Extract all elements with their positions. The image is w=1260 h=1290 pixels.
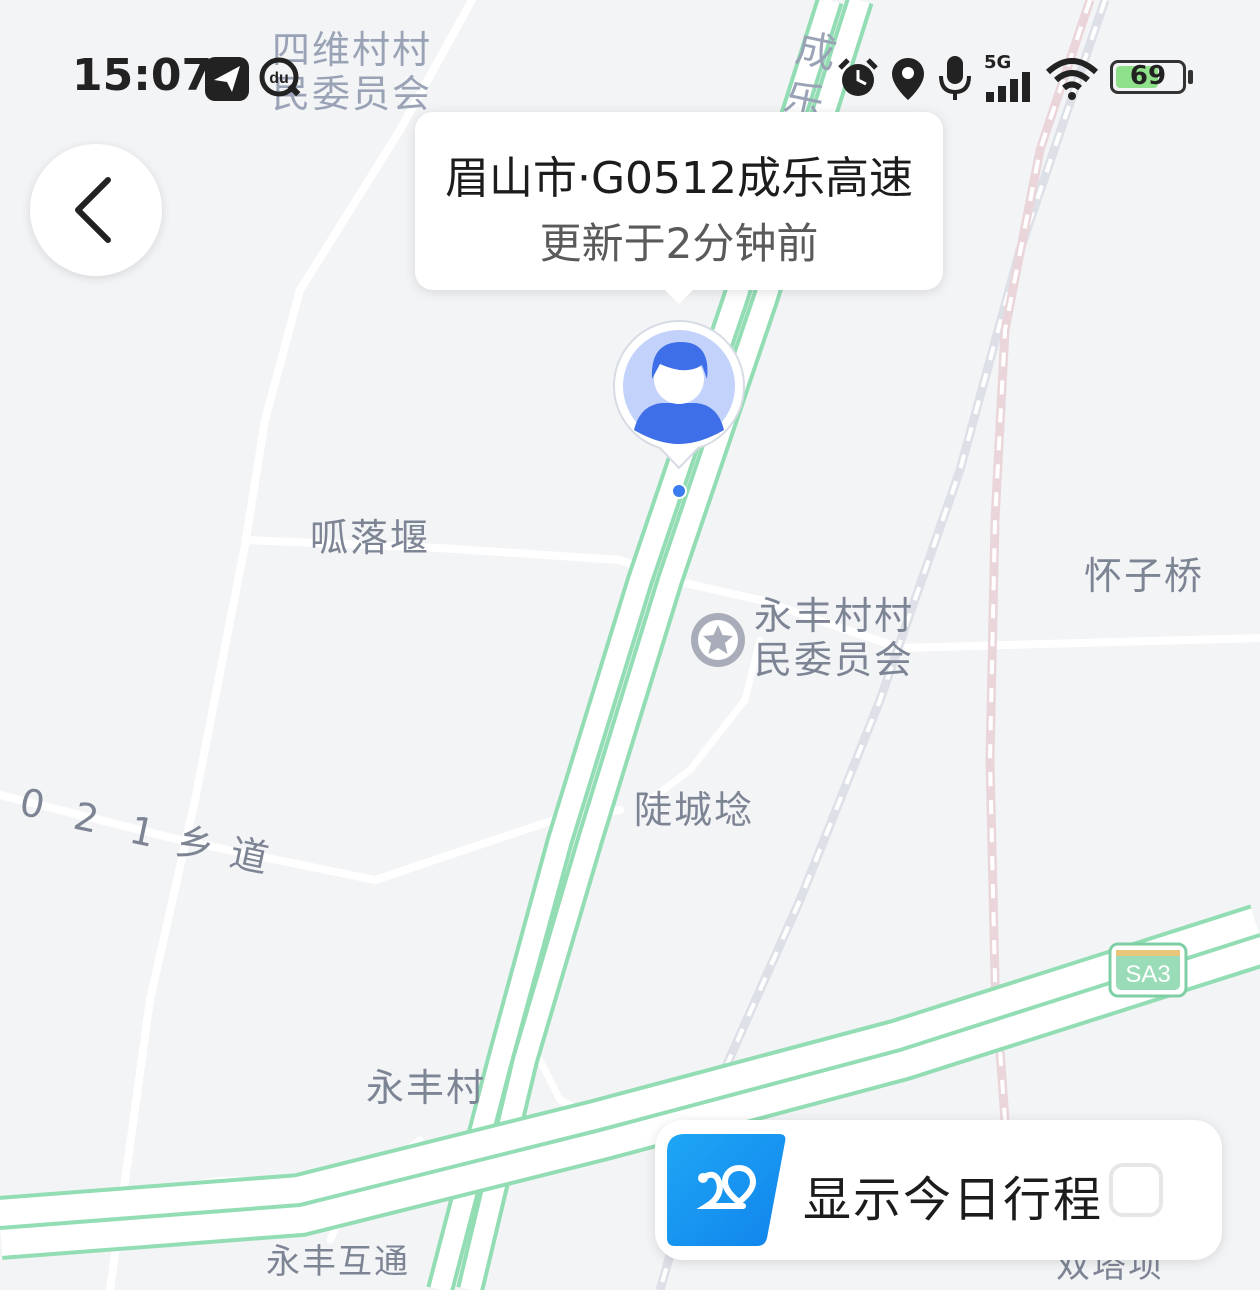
- current-position-dot: [671, 483, 687, 499]
- map-label-luchengshan: 陡城埝: [634, 788, 755, 832]
- map-label-yongfengcun: 永丰村: [366, 1066, 487, 1110]
- map-label-chengle-1: 成: [791, 25, 843, 79]
- map-label-yongfeng-committee-line2: 民委员会: [754, 638, 915, 682]
- svg-text:du: du: [269, 70, 289, 87]
- sa3-shield-text: SA3: [1125, 961, 1170, 988]
- map-label-yongfeng-committee-line1: 永丰村村: [754, 594, 915, 638]
- location-icon: [892, 58, 924, 100]
- battery-percent: 69: [1129, 61, 1167, 91]
- signal-icon: [986, 72, 1030, 102]
- map-label-gualuoyan: 呱落堰: [310, 516, 431, 560]
- route-icon: [667, 1134, 786, 1246]
- itinerary-panel[interactable]: 显示今日行程: [655, 1120, 1222, 1260]
- status-time: 15:07: [72, 50, 213, 101]
- location-updated-time: 更新于2分钟前: [539, 219, 819, 268]
- location-info-bubble: 眉山市·G0512成乐高速 更新于2分钟前: [415, 112, 943, 304]
- location-title: 眉山市·G0512成乐高速: [444, 153, 914, 204]
- show-today-itinerary-label: 显示今日行程: [803, 1172, 1104, 1228]
- map-label-road-dao: 道: [226, 830, 275, 882]
- show-itinerary-checkbox[interactable]: [1109, 1163, 1163, 1217]
- mic-icon: [939, 56, 971, 100]
- wifi-icon: [1045, 58, 1099, 100]
- battery-tip: [1188, 70, 1193, 84]
- back-button[interactable]: [30, 144, 162, 276]
- map-label-yongfeng-interchange: 永丰互通: [266, 1242, 410, 1282]
- sa3-shield: SA3: [1108, 942, 1188, 998]
- battery-icon: 69: [1110, 60, 1186, 94]
- send-icon: [205, 57, 249, 101]
- alarm-icon: [838, 58, 878, 96]
- map-label-huaiziqiao: 怀子桥: [1084, 554, 1205, 598]
- map-label-road-xiang: 乡: [172, 818, 221, 870]
- star-poi-icon[interactable]: [691, 613, 745, 667]
- du-search-icon: du: [259, 57, 301, 97]
- chevron-left-icon: [75, 177, 111, 243]
